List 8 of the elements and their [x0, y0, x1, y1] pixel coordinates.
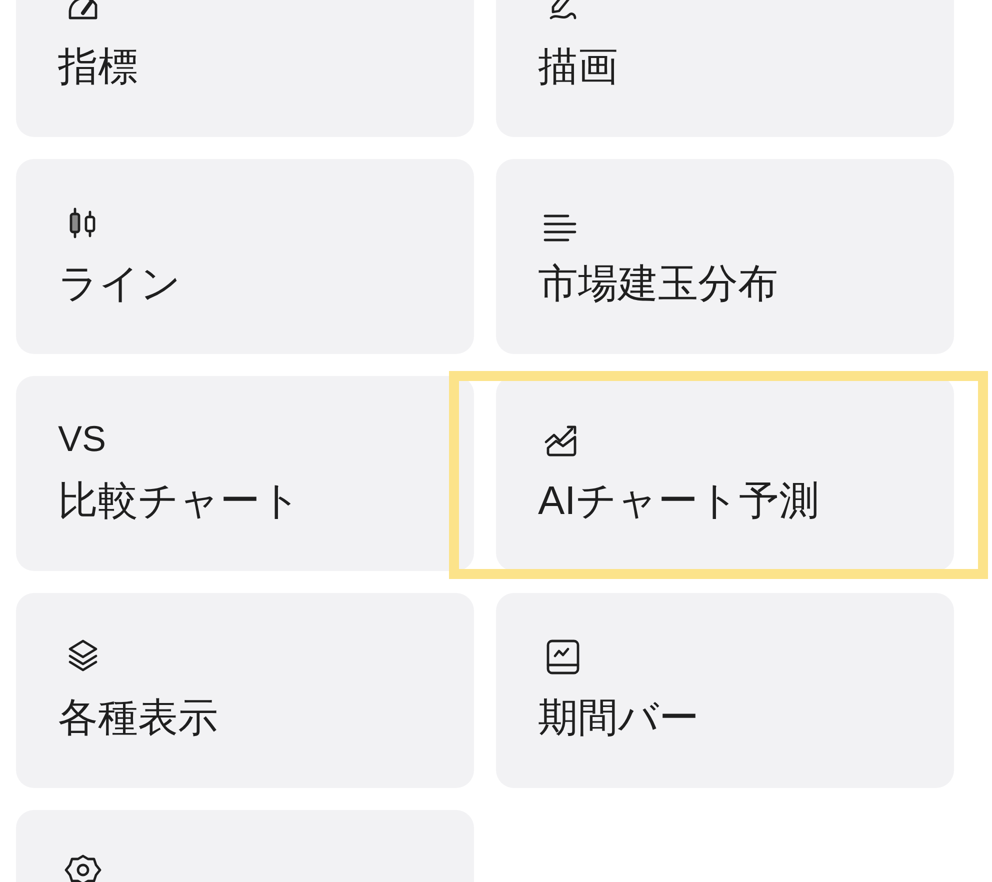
menu-tile[interactable]: 描画 [496, 0, 954, 137]
menu-tile[interactable]: VS 比較チャート [16, 376, 474, 571]
menu-tile[interactable]: 各種表示 [16, 593, 474, 788]
menu-tile[interactable]: ライン [16, 159, 474, 354]
menu-tile[interactable]: 指標 [16, 0, 474, 137]
menu-tile[interactable]: 期間バー [496, 593, 954, 788]
vs-icon: VS [58, 414, 106, 464]
menu-tile[interactable]: 市場建玉分布 [496, 159, 954, 354]
